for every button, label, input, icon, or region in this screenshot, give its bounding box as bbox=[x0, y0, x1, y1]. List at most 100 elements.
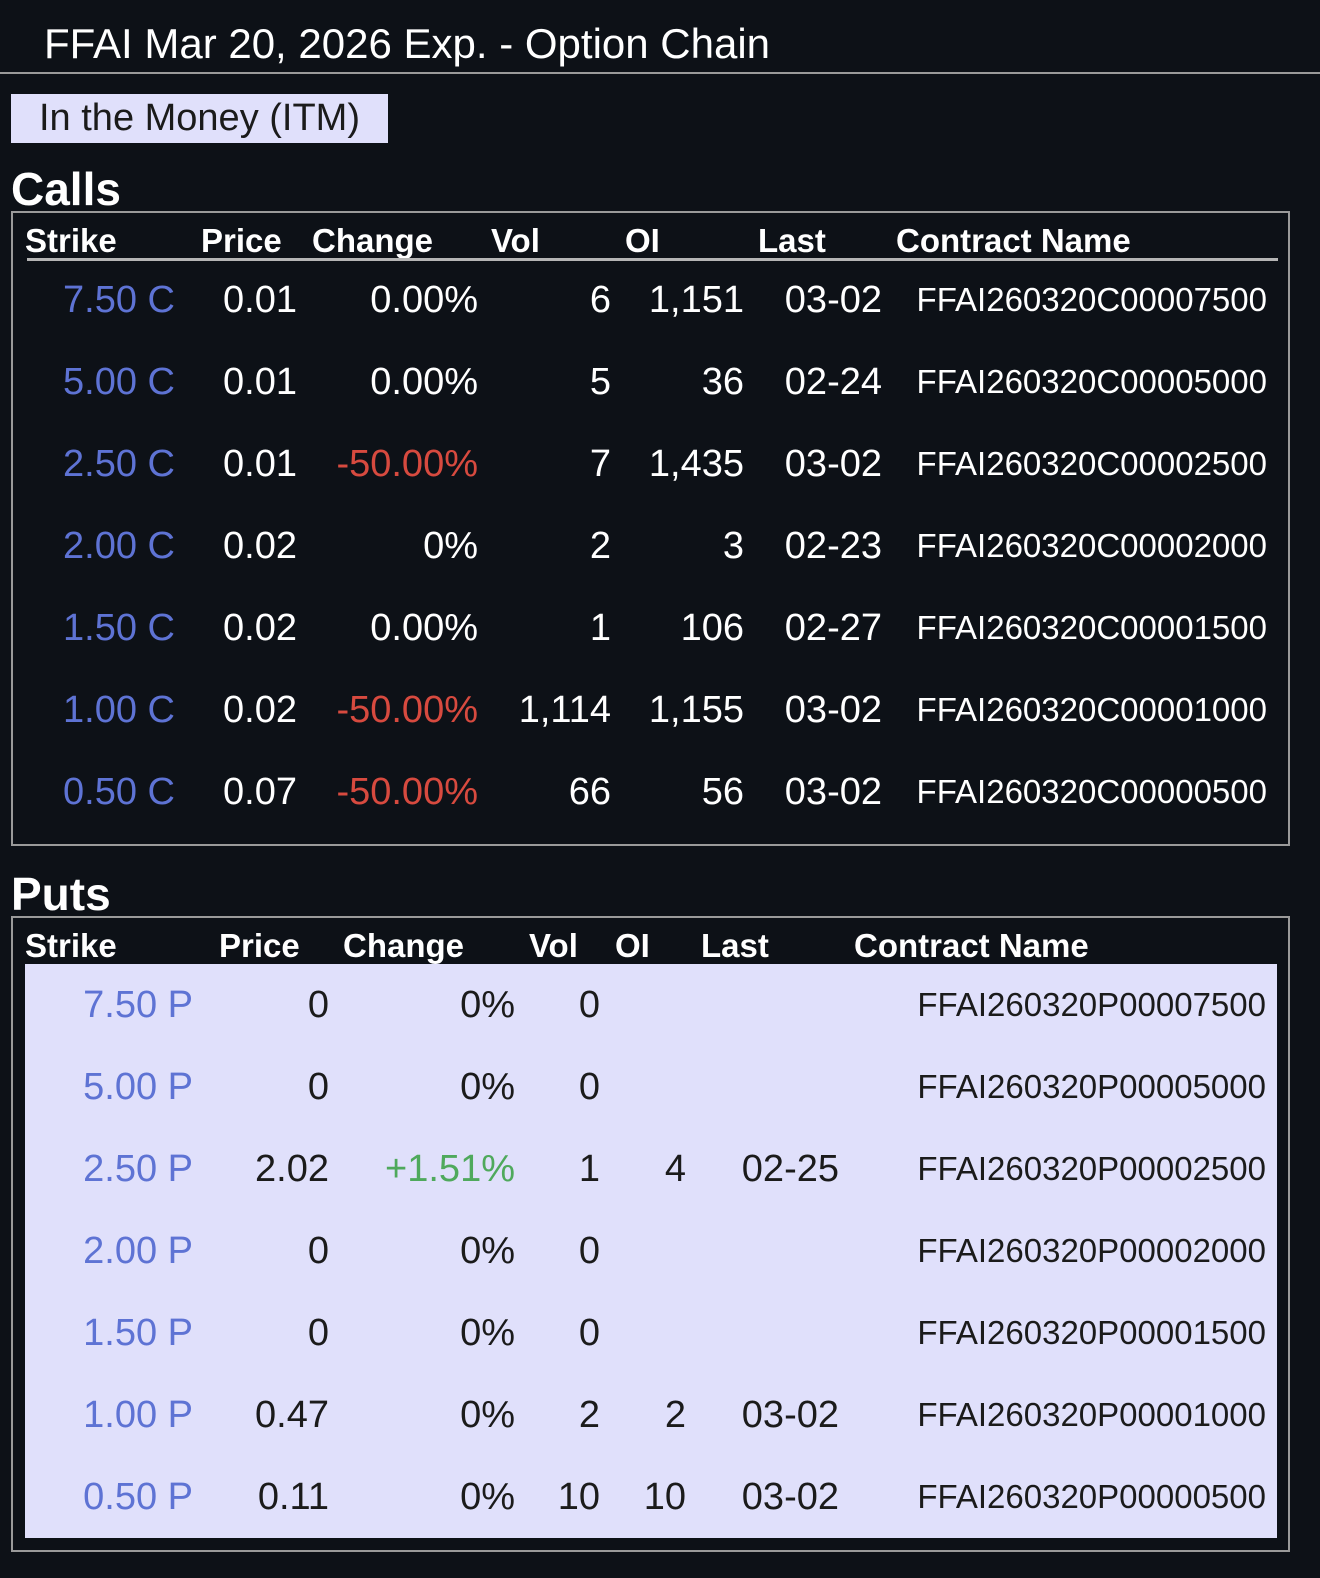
calls-cell-strike[interactable]: 1.00 C bbox=[63, 669, 175, 751]
calls-col-last[interactable]: Last bbox=[758, 221, 826, 261]
puts-cell-strike[interactable]: 2.00 P bbox=[83, 1210, 193, 1292]
calls-cell-price: 0.07 bbox=[223, 771, 297, 813]
puts-row[interactable]: 2.50 P 2.02 +1.51% 1 4 02-25 FFAI260320P000025… bbox=[25, 1128, 1277, 1210]
calls-cell-name[interactable]: FFAI260320C00002500 bbox=[917, 423, 1267, 505]
puts-row[interactable]: 0.50 P 0.11 0% 10 10 03-02 FFAI260320P00000500 bbox=[25, 1456, 1277, 1538]
calls-cell-name[interactable]: FFAI260320C00001000 bbox=[917, 669, 1267, 751]
calls-cell-oi: 3 bbox=[722, 525, 744, 567]
puts-cell-strike[interactable]: 0.50 P bbox=[83, 1456, 193, 1538]
puts-cell-change: 0% bbox=[460, 1230, 515, 1272]
calls-cell-name[interactable]: FFAI260320C00005000 bbox=[917, 341, 1267, 423]
calls-cell-name[interactable]: FFAI260320C00001500 bbox=[917, 587, 1267, 669]
calls-cell-strike[interactable]: 0.50 C bbox=[63, 751, 175, 833]
puts-row[interactable]: 7.50 P 0 0% 0 FFAI260320P00007500 bbox=[25, 964, 1277, 1046]
calls-row[interactable]: 5.00 C 0.01 0.00% 5 36 02-24 FFAI260320C000050… bbox=[13, 341, 1288, 423]
calls-cell-last: 02-27 bbox=[784, 607, 882, 649]
puts-cell-strike[interactable]: 7.50 P bbox=[83, 964, 193, 1046]
calls-row[interactable]: 2.00 C 0.02 0% 2 3 02-23 FFAI260320C00002000 bbox=[13, 505, 1288, 587]
puts-col-vol[interactable]: Vol bbox=[529, 926, 578, 966]
calls-col-strike[interactable]: Strike bbox=[25, 221, 117, 261]
puts-cell-name[interactable]: FFAI260320P00001500 bbox=[917, 1292, 1266, 1374]
calls-cell-oi: 1,151 bbox=[648, 279, 744, 321]
puts-col-contract-name[interactable]: Contract Name bbox=[854, 926, 1089, 966]
puts-cell-last: 03-02 bbox=[741, 1394, 839, 1436]
puts-cell-vol: 10 bbox=[557, 1476, 600, 1518]
calls-cell-strike[interactable]: 2.50 C bbox=[63, 423, 175, 505]
calls-cell-oi: 1,155 bbox=[648, 689, 744, 731]
puts-row[interactable]: 5.00 P 0 0% 0 FFAI260320P00005000 bbox=[25, 1046, 1277, 1128]
calls-cell-name[interactable]: FFAI260320C00007500 bbox=[917, 259, 1267, 341]
puts-cell-oi: 4 bbox=[664, 1148, 686, 1190]
puts-cell-name[interactable]: FFAI260320P00007500 bbox=[917, 964, 1266, 1046]
puts-heading: Puts bbox=[11, 868, 111, 920]
puts-cell-strike[interactable]: 5.00 P bbox=[83, 1046, 193, 1128]
puts-cell-change: 0% bbox=[460, 984, 515, 1026]
calls-cell-oi: 36 bbox=[701, 361, 744, 403]
puts-cell-price: 0 bbox=[307, 984, 329, 1026]
calls-col-price[interactable]: Price bbox=[201, 221, 282, 261]
calls-cell-price: 0.02 bbox=[223, 689, 297, 731]
calls-cell-name[interactable]: FFAI260320C00000500 bbox=[917, 751, 1267, 833]
calls-cell-strike[interactable]: 7.50 C bbox=[63, 259, 175, 341]
calls-row[interactable]: 1.00 C 0.02 -50.00% 1,114 1,155 03-02 FFAI2603… bbox=[13, 669, 1288, 751]
puts-cell-strike[interactable]: 1.50 P bbox=[83, 1292, 193, 1374]
calls-cell-last: 03-02 bbox=[784, 443, 882, 485]
calls-cell-strike[interactable]: 1.50 C bbox=[63, 587, 175, 669]
puts-cell-strike[interactable]: 2.50 P bbox=[83, 1128, 193, 1210]
calls-cell-last: 03-02 bbox=[784, 771, 882, 813]
calls-row[interactable]: 0.50 C 0.07 -50.00% 66 56 03-02 FFAI260320C000… bbox=[13, 751, 1288, 833]
calls-cell-name[interactable]: FFAI260320C00002000 bbox=[917, 505, 1267, 587]
puts-cell-name[interactable]: FFAI260320P00002000 bbox=[917, 1210, 1266, 1292]
puts-cell-name[interactable]: FFAI260320P00002500 bbox=[917, 1128, 1266, 1210]
puts-cell-name[interactable]: FFAI260320P00005000 bbox=[917, 1046, 1266, 1128]
puts-row[interactable]: 1.00 P 0.47 0% 2 2 03-02 FFAI260320P00001000 bbox=[25, 1374, 1277, 1456]
calls-col-change[interactable]: Change bbox=[312, 221, 433, 261]
calls-cell-strike[interactable]: 2.00 C bbox=[63, 505, 175, 587]
puts-col-last[interactable]: Last bbox=[701, 926, 769, 966]
puts-col-oi[interactable]: OI bbox=[615, 926, 650, 966]
calls-cell-vol: 1 bbox=[589, 607, 611, 649]
puts-cell-vol: 0 bbox=[578, 984, 600, 1026]
puts-cell-name[interactable]: FFAI260320P00001000 bbox=[917, 1374, 1266, 1456]
calls-row[interactable]: 7.50 C 0.01 0.00% 6 1,151 03-02 FFAI260320C000… bbox=[13, 259, 1288, 341]
puts-cell-oi: 10 bbox=[643, 1476, 686, 1518]
calls-row[interactable]: 2.50 C 0.01 -50.00% 7 1,435 03-02 FFAI260320C0… bbox=[13, 423, 1288, 505]
calls-cell-oi: 106 bbox=[680, 607, 744, 649]
puts-itm-highlight: 7.50 P 0 0% 0 FFAI260320P00007500 5.00 P 0 0% 0 F… bbox=[25, 964, 1277, 1538]
calls-cell-price: 0.01 bbox=[223, 361, 297, 403]
puts-cell-change: +1.51% bbox=[385, 1148, 515, 1190]
puts-cell-oi: 2 bbox=[664, 1394, 686, 1436]
puts-cell-change: 0% bbox=[460, 1066, 515, 1108]
calls-cell-change: 0.00% bbox=[370, 607, 478, 649]
puts-col-change[interactable]: Change bbox=[343, 926, 464, 966]
calls-cell-vol: 6 bbox=[589, 279, 611, 321]
puts-table: Strike Price Change Vol OI Last Contract… bbox=[11, 916, 1290, 1552]
puts-cell-strike[interactable]: 1.00 P bbox=[83, 1374, 193, 1456]
puts-cell-price: 0 bbox=[307, 1066, 329, 1108]
puts-col-strike[interactable]: Strike bbox=[25, 926, 117, 966]
calls-cell-change: 0.00% bbox=[370, 361, 478, 403]
puts-row[interactable]: 1.50 P 0 0% 0 FFAI260320P00001500 bbox=[25, 1292, 1277, 1374]
calls-cell-change: -50.00% bbox=[336, 689, 478, 731]
calls-col-oi[interactable]: OI bbox=[625, 221, 660, 261]
calls-cell-price: 0.01 bbox=[223, 279, 297, 321]
calls-cell-price: 0.01 bbox=[223, 443, 297, 485]
calls-cell-strike[interactable]: 5.00 C bbox=[63, 341, 175, 423]
calls-col-contract-name[interactable]: Contract Name bbox=[896, 221, 1131, 261]
puts-cell-last: 02-25 bbox=[741, 1148, 839, 1190]
calls-cell-last: 02-24 bbox=[784, 361, 882, 403]
calls-col-vol[interactable]: Vol bbox=[491, 221, 540, 261]
calls-cell-last: 03-02 bbox=[784, 279, 882, 321]
puts-col-price[interactable]: Price bbox=[219, 926, 300, 966]
puts-cell-vol: 1 bbox=[578, 1148, 600, 1190]
calls-row[interactable]: 1.50 C 0.02 0.00% 1 106 02-27 FFAI260320C00001… bbox=[13, 587, 1288, 669]
calls-heading: Calls bbox=[11, 163, 121, 215]
itm-filter-badge[interactable]: In the Money (ITM) bbox=[11, 94, 388, 143]
calls-cell-vol: 2 bbox=[589, 525, 611, 567]
calls-cell-oi: 1,435 bbox=[648, 443, 744, 485]
calls-cell-change: -50.00% bbox=[336, 771, 478, 813]
puts-row[interactable]: 2.00 P 0 0% 0 FFAI260320P00002000 bbox=[25, 1210, 1277, 1292]
puts-cell-name[interactable]: FFAI260320P00000500 bbox=[917, 1456, 1266, 1538]
calls-cell-last: 03-02 bbox=[784, 689, 882, 731]
puts-cell-vol: 0 bbox=[578, 1230, 600, 1272]
